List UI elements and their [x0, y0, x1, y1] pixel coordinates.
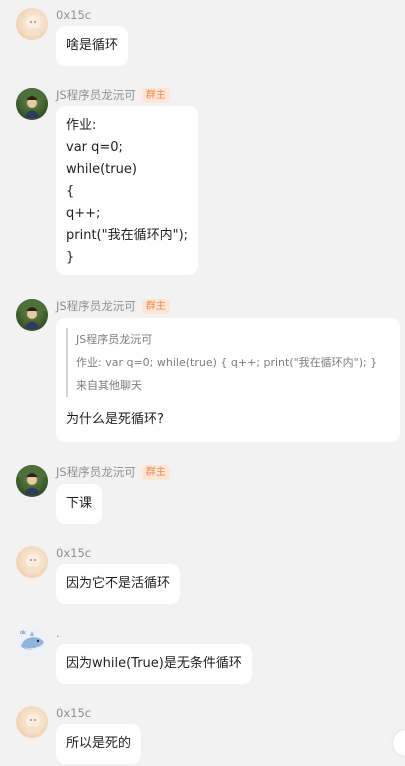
quote-author: JS程序员龙沅可 [76, 333, 153, 346]
quote-source: 来自其他聊天 [76, 379, 142, 392]
quote-text: 作业: var q=0; while(true) { q++; print("我… [76, 356, 378, 369]
owner-badge: 群主 [141, 87, 170, 103]
message-text-line: 作业: [66, 118, 97, 133]
avatar[interactable] [16, 8, 48, 40]
svg-text:ok: ok [20, 630, 26, 636]
message-bubble[interactable]: JS程序员龙沅可 作业: var q=0; while(true) { q++;… [56, 318, 400, 442]
sender-name[interactable]: . [56, 626, 60, 640]
sender-name[interactable]: JS程序员龙沅可 [56, 298, 136, 314]
avatar[interactable] [16, 299, 48, 331]
sender-row: . [56, 625, 60, 641]
message-bubble[interactable]: 因为它不是活循环 [56, 564, 181, 604]
avatar[interactable] [16, 465, 48, 497]
message-text: 下课 [66, 496, 93, 511]
sender-name[interactable]: 0x15c [56, 546, 91, 560]
message-text-line: q++; [66, 206, 101, 221]
message-text-line: { [66, 184, 75, 199]
message-text: 啥是循环 [66, 38, 119, 53]
message-text-line: while(true) [66, 162, 137, 177]
avatar[interactable] [16, 88, 48, 120]
message-text-line: print("我在循环内"); [66, 228, 189, 243]
green-avatar-icon [16, 88, 48, 118]
sender-name[interactable]: JS程序员龙沅可 [56, 464, 136, 480]
message-bubble[interactable]: 因为while(True)是无条件循环 [56, 644, 252, 684]
message-bubble[interactable]: 所以是死的 [56, 724, 142, 764]
message-text-line: var q=0; [66, 140, 123, 155]
message-bubble[interactable]: 下课 [56, 484, 103, 524]
message-text-line: } [66, 250, 75, 265]
cream-avatar-icon [25, 16, 41, 35]
avatar[interactable]: ok [16, 626, 48, 658]
shark-avatar-icon: ok [20, 630, 44, 650]
sender-row: 0x15c [56, 545, 91, 561]
sender-row: JS程序员龙沅可 群主 [56, 298, 170, 314]
owner-badge: 群主 [141, 298, 170, 314]
sender-row: JS程序员龙沅可 群主 [56, 464, 170, 480]
avatar[interactable] [16, 546, 48, 578]
sender-row: 0x15c [56, 705, 91, 721]
green-avatar-icon [16, 465, 48, 495]
sender-name[interactable]: 0x15c [56, 8, 91, 22]
green-avatar-icon [16, 299, 48, 329]
cream-avatar-icon [25, 714, 41, 733]
message-text: 因为它不是活循环 [66, 576, 171, 591]
message-bubble[interactable]: 啥是循环 [56, 26, 129, 66]
message-text: 所以是死的 [66, 736, 132, 751]
message-text: 因为while(True)是无条件循环 [66, 656, 242, 671]
sender-row: JS程序员龙沅可 群主 [56, 87, 170, 103]
owner-badge: 群主 [141, 464, 170, 480]
sender-name[interactable]: JS程序员龙沅可 [56, 87, 136, 103]
sender-row: 0x15c [56, 7, 91, 23]
scroll-to-bottom-button[interactable] [393, 730, 405, 756]
quoted-message[interactable]: JS程序员龙沅可 作业: var q=0; while(true) { q++;… [66, 328, 390, 397]
avatar[interactable] [16, 706, 48, 738]
message-bubble[interactable]: 作业: var q=0; while(true) { q++; print("我… [56, 106, 199, 275]
cream-avatar-icon [25, 554, 41, 573]
sender-name[interactable]: 0x15c [56, 706, 91, 720]
message-text: 为什么是死循环? [66, 412, 164, 427]
